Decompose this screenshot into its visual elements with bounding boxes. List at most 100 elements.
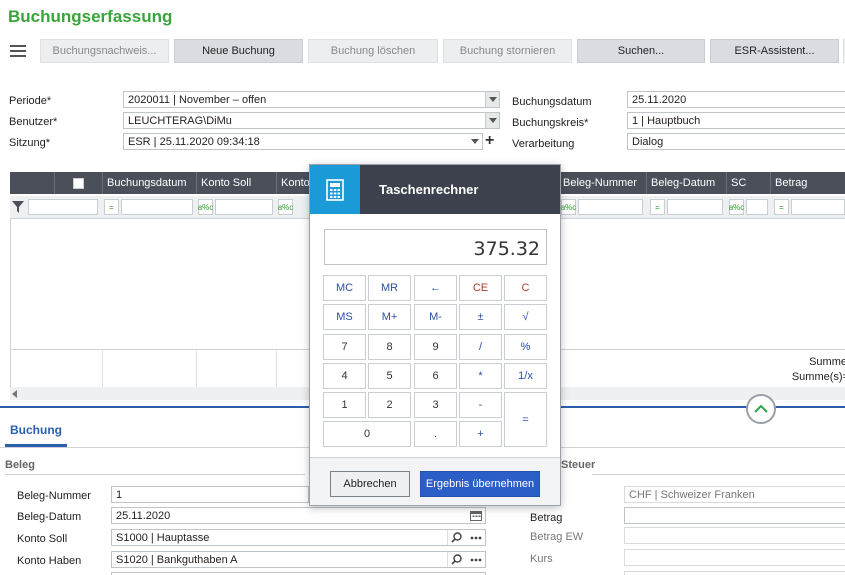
key-percent[interactable]: % [504, 334, 547, 360]
ergebnis-uebernehmen-button[interactable]: Ergebnis übernehmen [420, 471, 540, 497]
calculator-footer: Abbrechen Ergebnis übernehmen [310, 457, 560, 505]
key-m-plus[interactable]: M+ [368, 304, 411, 330]
buchungskreis-label: Buchungskreis* [512, 117, 589, 129]
verarbeitung-select[interactable]: Dialog [627, 133, 845, 150]
key-mr[interactable]: MR [368, 275, 411, 301]
chevron-down-icon[interactable] [485, 92, 499, 107]
ellipsis-icon[interactable] [467, 530, 485, 545]
suchen-button[interactable]: Suchen... [577, 39, 705, 63]
verarbeitung-label: Verarbeitung [512, 138, 575, 150]
key-multiply[interactable]: * [459, 363, 502, 389]
key-divide[interactable]: / [459, 334, 502, 360]
filter-beleg-datum-input[interactable] [667, 199, 723, 215]
collapse-button[interactable] [746, 394, 776, 424]
esr-assistent-button[interactable]: ESR-Assistent... [710, 39, 839, 63]
key-sqrt[interactable]: √ [504, 304, 547, 330]
key-0[interactable]: 0 [323, 421, 411, 447]
search-icon[interactable] [447, 530, 465, 545]
key-equals[interactable]: = [504, 392, 547, 447]
konto-soll-value: S1000 | Hauptasse [116, 531, 210, 544]
beleg-datum-label: Beleg-Datum [17, 511, 82, 523]
key-3[interactable]: 3 [414, 392, 457, 418]
filter-icon[interactable] [12, 201, 24, 213]
ellipsis-icon[interactable] [467, 552, 485, 567]
abbrechen-button[interactable]: Abbrechen [330, 471, 410, 497]
filter-sc-input[interactable] [746, 199, 768, 215]
waehrung-field[interactable]: CHF | Schweizer Franken [624, 486, 845, 503]
key-7[interactable]: 7 [323, 334, 366, 360]
filter-buchungsdatum-input[interactable] [121, 199, 193, 215]
chevron-down-icon[interactable] [468, 134, 482, 149]
key-2[interactable]: 2 [368, 392, 411, 418]
summen-label: Summe(s)= [791, 371, 845, 383]
hamburger-menu-icon[interactable] [10, 42, 26, 58]
key-8[interactable]: 8 [368, 334, 411, 360]
beleg-nummer-label: Beleg-Nummer [17, 490, 91, 502]
filter-op-like[interactable]: a%c [278, 199, 293, 215]
key-m-minus[interactable]: M- [414, 304, 457, 330]
buchungsnachweis-button[interactable]: Buchungsnachweis... [40, 39, 169, 63]
key-5[interactable]: 5 [368, 363, 411, 389]
neue-buchung-button[interactable]: Neue Buchung [174, 39, 303, 63]
chevron-down-icon[interactable] [485, 113, 499, 128]
filter-konto-soll-input[interactable] [215, 199, 273, 215]
filter-op-eq[interactable]: = [650, 199, 665, 215]
key-9[interactable]: 9 [414, 334, 457, 360]
section-steuer-title: Steuer [561, 459, 596, 471]
key-c[interactable]: C [504, 275, 547, 301]
calendar-icon[interactable] [467, 508, 485, 523]
tab-buchung[interactable]: Buchung [5, 420, 67, 447]
konto-haben-field[interactable]: S1020 | Bankguthaben A [111, 551, 486, 568]
key-plus-minus[interactable]: ± [459, 304, 502, 330]
next-field-partial [624, 571, 845, 575]
select-all-checkbox[interactable] [54, 172, 102, 194]
benutzer-select[interactable]: LEUCHTERAG\DiMu [123, 112, 500, 129]
kurs-field [624, 549, 845, 566]
key-mc[interactable]: MC [323, 275, 366, 301]
col-konto-soll[interactable]: Konto Soll [196, 172, 276, 194]
filter-beleg-nummer-input[interactable] [578, 199, 643, 215]
key-decimal[interactable]: . [414, 421, 457, 447]
calculator-icon [310, 165, 360, 214]
col-beleg-datum[interactable]: Beleg-Datum [646, 172, 726, 194]
betrag-field[interactable] [624, 507, 845, 524]
key-1[interactable]: 1 [323, 392, 366, 418]
key-minus[interactable]: - [459, 392, 502, 418]
beleg-nummer-field[interactable]: 1 [111, 486, 309, 503]
add-sitzung-plus-icon[interactable]: + [485, 133, 494, 149]
col-buchungsdatum[interactable]: Buchungsdatum [102, 172, 196, 194]
scroll-left-icon[interactable] [12, 390, 17, 398]
key-ce[interactable]: CE [459, 275, 502, 301]
col-konto-haben[interactable]: Konto [276, 172, 310, 194]
betrag-label: Betrag [530, 512, 563, 524]
col-beleg-nummer[interactable]: Beleg-Nummer [558, 172, 646, 194]
sitzung-select[interactable]: ESR | 25.11.2020 09:34:18 [123, 133, 483, 150]
buchung-stornieren-button[interactable]: Buchung stornieren [443, 39, 572, 63]
key-6[interactable]: 6 [414, 363, 457, 389]
col-betrag[interactable]: Betrag [770, 172, 845, 194]
col-sc[interactable]: SC [726, 172, 770, 194]
buchungskreis-select[interactable]: 1 | Hauptbuch [627, 112, 845, 129]
konto-soll-field[interactable]: S1000 | Hauptasse [111, 529, 486, 546]
filter-op-eq[interactable]: = [104, 199, 119, 215]
filter-betrag-input[interactable] [791, 199, 845, 215]
buchung-loeschen-button[interactable]: Buchung löschen [308, 39, 438, 63]
filter-op-like[interactable]: a%c [198, 199, 213, 215]
calculator-header: Taschenrechner [310, 165, 560, 214]
key-plus[interactable]: + [459, 421, 502, 447]
search-icon[interactable] [447, 552, 465, 567]
beleg-datum-field[interactable]: 25.11.2020 [111, 507, 486, 524]
key-reciprocal[interactable]: 1/x [504, 363, 547, 389]
key-ms[interactable]: MS [323, 304, 366, 330]
filter-op-like[interactable]: a%c [561, 199, 576, 215]
filter-op-like[interactable]: a%c [729, 199, 744, 215]
buchungsdatum-field[interactable]: 25.11.2020 [627, 91, 845, 108]
filter-op-eq[interactable]: = [774, 199, 789, 215]
periode-select[interactable]: 2020011 | November – offen [123, 91, 500, 108]
key-backspace[interactable]: ← [414, 275, 457, 301]
konto-haben-value: S1020 | Bankguthaben A [116, 553, 238, 566]
filter-input[interactable] [28, 199, 98, 215]
sitzung-label: Sitzung* [9, 137, 50, 149]
key-4[interactable]: 4 [323, 363, 366, 389]
periode-label: Periode* [9, 95, 52, 107]
